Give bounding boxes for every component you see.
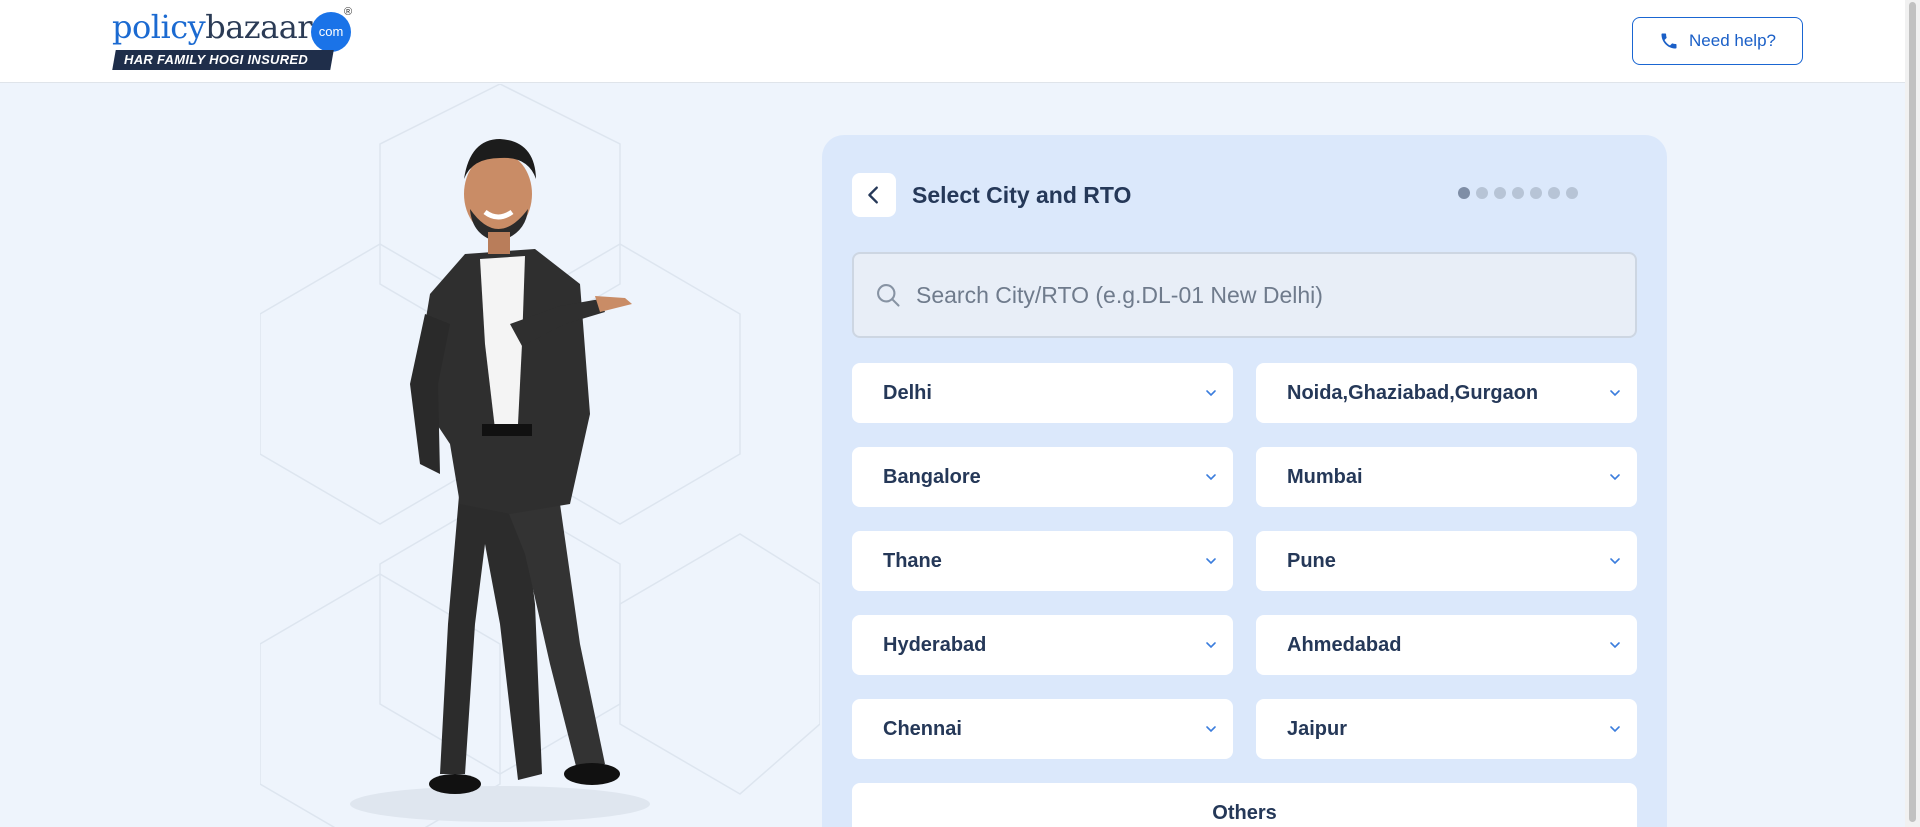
logo-word-bazaar: bazaar bbox=[205, 8, 313, 46]
chevron-down-icon bbox=[1610, 558, 1620, 565]
city-rto-search-input[interactable] bbox=[916, 281, 1616, 309]
chevron-down-icon bbox=[1610, 390, 1620, 397]
logo-com-badge: com bbox=[311, 12, 351, 52]
logo-tagline-text: HAR FAMILY HOGI INSURED bbox=[124, 52, 309, 67]
step-dot bbox=[1530, 187, 1542, 199]
hero-figure bbox=[260, 84, 820, 827]
chevron-down-icon bbox=[1610, 474, 1620, 481]
search-icon bbox=[877, 284, 900, 307]
card-title: Select City and RTO bbox=[912, 182, 1132, 208]
chevron-down-icon bbox=[1206, 558, 1216, 565]
others-option-button[interactable]: Others bbox=[852, 783, 1637, 827]
scrollbar-thumb[interactable] bbox=[1909, 2, 1916, 822]
step-dot bbox=[1458, 187, 1470, 199]
step-progress-dots bbox=[1458, 187, 1578, 199]
phone-icon bbox=[1661, 33, 1677, 49]
city-option-label: Ahmedabad bbox=[1287, 633, 1402, 656]
city-option-label: Noida,Ghaziabad,Gurgaon bbox=[1287, 381, 1539, 404]
city-rto-search-field[interactable] bbox=[852, 252, 1637, 338]
need-help-label: Need help? bbox=[1689, 31, 1776, 50]
city-option-mumbai[interactable]: Mumbai bbox=[1256, 447, 1637, 507]
logo-wordmark: policybazaar bbox=[112, 8, 313, 46]
city-option-hyderabad[interactable]: Hyderabad bbox=[852, 615, 1233, 675]
back-button[interactable] bbox=[852, 173, 896, 217]
chevron-down-icon bbox=[1206, 390, 1216, 397]
chevron-left-icon bbox=[868, 186, 878, 204]
chevron-down-icon bbox=[1610, 726, 1620, 733]
chevron-down-icon bbox=[1610, 642, 1620, 649]
hero-illustration bbox=[260, 84, 820, 827]
city-option-label: Delhi bbox=[883, 381, 932, 404]
page-scrollbar[interactable] bbox=[1905, 0, 1920, 827]
step-dot bbox=[1494, 187, 1506, 199]
city-rto-card: Select City and RTO Delhi Noida,Ghaziaba… bbox=[822, 135, 1667, 827]
city-option-noida-ghaziabad-gurgaon[interactable]: Noida,Ghaziabad,Gurgaon bbox=[1256, 363, 1637, 423]
step-dot bbox=[1476, 187, 1488, 199]
city-option-label: Jaipur bbox=[1287, 717, 1348, 740]
city-option-thane[interactable]: Thane bbox=[852, 531, 1233, 591]
step-dot bbox=[1566, 187, 1578, 199]
chevron-down-icon bbox=[1206, 474, 1216, 481]
logo-registered-mark: ® bbox=[344, 6, 353, 18]
city-option-label: Mumbai bbox=[1287, 465, 1363, 488]
city-option-ahmedabad[interactable]: Ahmedabad bbox=[1256, 615, 1637, 675]
city-option-delhi[interactable]: Delhi bbox=[852, 363, 1233, 423]
city-option-label: Thane bbox=[883, 549, 942, 572]
chevron-down-icon bbox=[1206, 726, 1216, 733]
city-option-label: Chennai bbox=[883, 717, 962, 740]
city-option-jaipur[interactable]: Jaipur bbox=[1256, 699, 1637, 759]
city-option-label: Hyderabad bbox=[883, 633, 987, 656]
city-option-label: Pune bbox=[1287, 549, 1336, 572]
city-option-label: Bangalore bbox=[883, 465, 981, 488]
chevron-down-icon bbox=[1206, 642, 1216, 649]
city-option-bangalore[interactable]: Bangalore bbox=[852, 447, 1233, 507]
policybazaar-logo[interactable]: policybazaar com ® HAR FAMILY HOGI INSUR… bbox=[112, 6, 353, 72]
step-dot bbox=[1512, 187, 1524, 199]
step-dot bbox=[1548, 187, 1560, 199]
logo-word-policy: policy bbox=[112, 8, 206, 46]
city-option-chennai[interactable]: Chennai bbox=[852, 699, 1233, 759]
need-help-button[interactable]: Need help? bbox=[1632, 17, 1803, 65]
logo-tagline: HAR FAMILY HOGI INSURED bbox=[112, 50, 334, 70]
city-option-pune[interactable]: Pune bbox=[1256, 531, 1637, 591]
site-header: policybazaar com ® HAR FAMILY HOGI INSUR… bbox=[0, 0, 1920, 83]
